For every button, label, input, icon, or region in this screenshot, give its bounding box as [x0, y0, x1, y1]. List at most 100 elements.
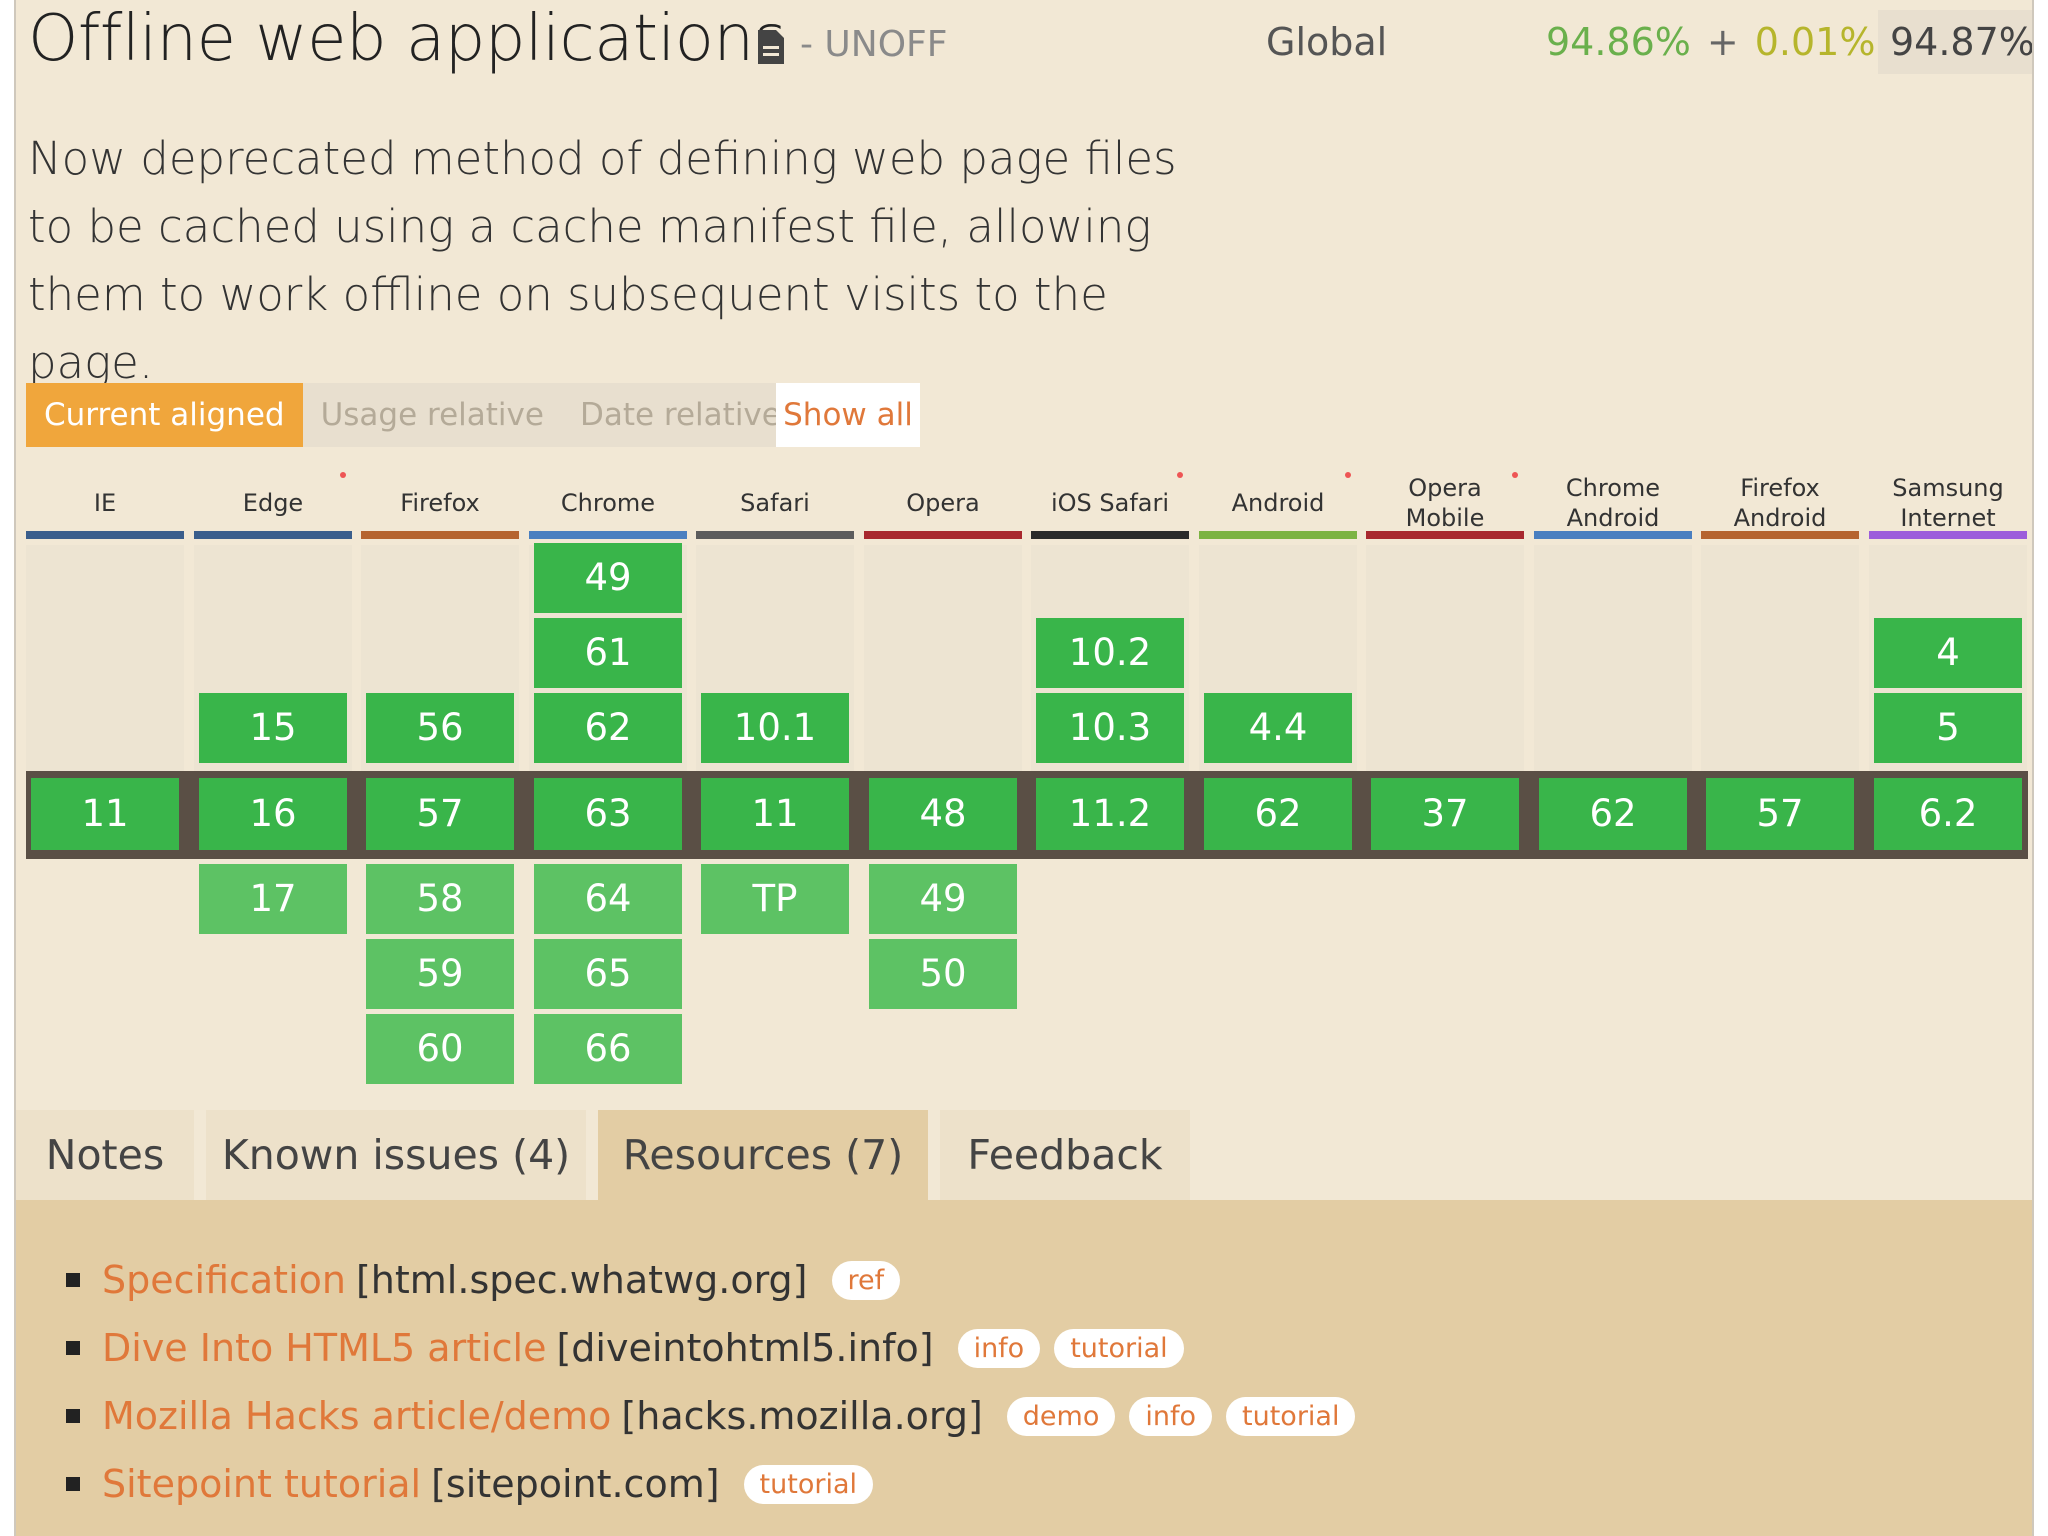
usage-supported: 94.86%: [1546, 20, 1691, 64]
region-label[interactable]: Global: [1266, 20, 1387, 64]
caniuse-feature-panel: Offline web applications - UNOFF Global …: [14, 0, 2034, 1536]
version-cell[interactable]: 62: [534, 693, 682, 763]
version-cell[interactable]: 15: [199, 693, 347, 763]
version-cell[interactable]: 49: [534, 543, 682, 613]
current-version-cell[interactable]: 57: [366, 778, 514, 850]
browser-header-firefox-android[interactable]: Firefox Android: [1701, 468, 1859, 538]
version-cell[interactable]: 10.3: [1036, 693, 1184, 763]
version-cell[interactable]: 4.4: [1204, 693, 1352, 763]
current-aligned-button[interactable]: Current aligned: [26, 383, 303, 447]
tag-info[interactable]: info: [1129, 1396, 1213, 1436]
tab-feedback[interactable]: Feedback: [940, 1110, 1190, 1200]
date-relative-button[interactable]: Date relative: [562, 383, 799, 447]
browser-color-bar: [1534, 531, 1692, 539]
browser-color-bar: [1031, 531, 1189, 539]
future-version-cell[interactable]: 59: [366, 939, 514, 1009]
tag-demo[interactable]: demo: [1006, 1396, 1116, 1436]
future-version-cell[interactable]: 49: [869, 864, 1017, 934]
browser-color-bar: [696, 531, 854, 539]
resource-link[interactable]: Sitepoint tutorial: [102, 1462, 421, 1506]
current-version-cell[interactable]: 11: [31, 778, 179, 850]
browser-color-bar: [1366, 531, 1524, 539]
usage-relative-button[interactable]: Usage relative: [303, 383, 562, 447]
version-cell[interactable]: 61: [534, 618, 682, 688]
version-cell[interactable]: 5: [1874, 693, 2022, 763]
bullet-icon: [66, 1273, 80, 1287]
browser-header-ios-safari[interactable]: iOS Safari: [1031, 468, 1189, 538]
browser-header-ie[interactable]: IE: [26, 468, 184, 538]
future-version-cell[interactable]: 17: [199, 864, 347, 934]
browser-color-bar: [1701, 531, 1859, 539]
current-version-cell[interactable]: 16: [199, 778, 347, 850]
current-version-cell[interactable]: 37: [1371, 778, 1519, 850]
browser-header-samsung-internet[interactable]: Samsung Internet: [1869, 468, 2027, 538]
current-version-cell[interactable]: 62: [1204, 778, 1352, 850]
current-version-cell[interactable]: 57: [1706, 778, 1854, 850]
tab-notes[interactable]: Notes: [16, 1110, 194, 1200]
tab-resources[interactable]: Resources (7): [598, 1110, 928, 1200]
bullet-icon: [66, 1477, 80, 1491]
usage-total: 94.87%: [1878, 10, 2032, 74]
current-version-cell[interactable]: 6.2: [1874, 778, 2022, 850]
browser-column-bg: [864, 545, 1022, 771]
resource-item: Mozilla Hacks article/demo [hacks.mozill…: [66, 1386, 1356, 1446]
note-dot-icon: [1177, 472, 1183, 478]
browser-column-bg: [26, 545, 184, 771]
resource-link[interactable]: Dive Into HTML5 article: [102, 1326, 546, 1370]
version-cell[interactable]: 4: [1874, 618, 2022, 688]
current-version-cell[interactable]: 11.2: [1036, 778, 1184, 850]
version-cell[interactable]: 10.1: [701, 693, 849, 763]
resources-panel: Specification [html.spec.whatwg.org] ref…: [16, 1200, 2032, 1536]
show-all-button[interactable]: Show all: [776, 383, 920, 447]
tab-known-issues[interactable]: Known issues (4): [206, 1110, 586, 1200]
view-toggle: Current aligned Usage relative Date rela…: [26, 383, 799, 447]
browser-column-bg: [1366, 545, 1524, 771]
browser-header-chrome[interactable]: Chrome: [529, 468, 687, 538]
resource-link[interactable]: Mozilla Hacks article/demo: [102, 1394, 611, 1438]
browser-color-bar: [864, 531, 1022, 539]
current-version-cell[interactable]: 48: [869, 778, 1017, 850]
browser-color-bar: [26, 531, 184, 539]
browser-header-android[interactable]: Android: [1199, 468, 1357, 538]
browser-header-opera[interactable]: Opera: [864, 468, 1022, 538]
future-version-cell[interactable]: 64: [534, 864, 682, 934]
tag-tutorial[interactable]: tutorial: [743, 1464, 873, 1504]
browser-header-safari[interactable]: Safari: [696, 468, 854, 538]
resource-domain: [diveintohtml5.info]: [556, 1326, 934, 1370]
browser-color-bar: [529, 531, 687, 539]
current-version-cell[interactable]: 63: [534, 778, 682, 850]
resource-domain: [html.spec.whatwg.org]: [355, 1258, 808, 1302]
current-version-cell[interactable]: 62: [1539, 778, 1687, 850]
tag-ref[interactable]: ref: [831, 1260, 901, 1300]
resource-link[interactable]: Specification: [102, 1258, 346, 1302]
resource-item: Dive Into HTML5 article [diveintohtml5.i…: [66, 1318, 1184, 1378]
resource-item: Sitepoint tutorial [sitepoint.com] tutor…: [66, 1454, 873, 1514]
note-dot-icon: [340, 472, 346, 478]
browser-color-bar: [1199, 531, 1357, 539]
tag-info[interactable]: info: [957, 1328, 1041, 1368]
bullet-icon: [66, 1409, 80, 1423]
tag-tutorial[interactable]: tutorial: [1054, 1328, 1184, 1368]
browser-column-bg: [1534, 545, 1692, 771]
resource-domain: [hacks.mozilla.org]: [621, 1394, 983, 1438]
future-version-cell[interactable]: TP: [701, 864, 849, 934]
browser-header-chrome-android[interactable]: Chrome Android: [1534, 468, 1692, 538]
future-version-cell[interactable]: 66: [534, 1014, 682, 1084]
resource-domain: [sitepoint.com]: [431, 1462, 720, 1506]
spec-status: - UNOFF: [800, 24, 948, 65]
future-version-cell[interactable]: 50: [869, 939, 1017, 1009]
document-icon[interactable]: [756, 30, 786, 64]
browser-header-firefox[interactable]: Firefox: [361, 468, 519, 538]
info-tabs: Notes Known issues (4) Resources (7) Fee…: [16, 1110, 1216, 1200]
current-version-cell[interactable]: 11: [701, 778, 849, 850]
future-version-cell[interactable]: 60: [366, 1014, 514, 1084]
future-version-cell[interactable]: 65: [534, 939, 682, 1009]
note-dot-icon: [1512, 472, 1518, 478]
note-dot-icon: [1345, 472, 1351, 478]
version-cell[interactable]: 56: [366, 693, 514, 763]
future-version-cell[interactable]: 58: [366, 864, 514, 934]
version-cell[interactable]: 10.2: [1036, 618, 1184, 688]
browser-header-opera-mobile[interactable]: Opera Mobile: [1366, 468, 1524, 538]
browser-header-edge[interactable]: Edge: [194, 468, 352, 538]
tag-tutorial[interactable]: tutorial: [1226, 1396, 1356, 1436]
